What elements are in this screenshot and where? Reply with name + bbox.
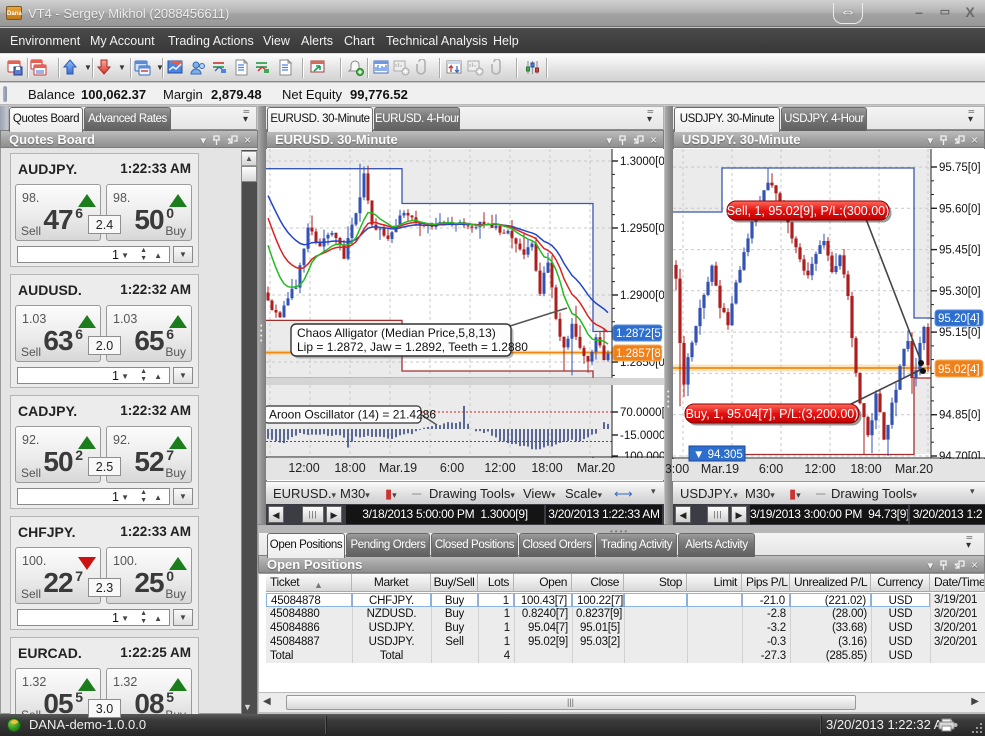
svg-text:1.2857[8]: 1.2857[8]	[616, 348, 664, 360]
svg-text:1.3000[0]: 1.3000[0]	[620, 156, 664, 168]
svg-text:12:00: 12:00	[484, 461, 515, 475]
svg-text:6:00: 6:00	[759, 462, 783, 476]
svg-text:95.15[0]: 95.15[0]	[939, 327, 981, 339]
svg-text:Mar.20: Mar.20	[895, 462, 933, 476]
svg-text:Chaos Alligator (Median Price,: Chaos Alligator (Median Price,5,8,13)	[297, 326, 496, 340]
svg-text:6:00: 6:00	[440, 461, 464, 475]
svg-text:-15.0000[0: -15.0000[0	[620, 430, 664, 442]
svg-text:Sell, 1, 95.02[9], P/L:(300.00: Sell, 1, 95.02[9], P/L:(300.00)	[727, 204, 890, 218]
svg-text:12:00: 12:00	[804, 462, 835, 476]
svg-text:95.02[4]: 95.02[4]	[938, 364, 980, 376]
svg-text:95.60[0]: 95.60[0]	[939, 203, 981, 215]
svg-text:Mar.20: Mar.20	[577, 461, 615, 475]
svg-text:18:00: 18:00	[850, 462, 881, 476]
svg-text:95.75[0]: 95.75[0]	[939, 162, 981, 174]
svg-text:Aroon Oscillator (14) = 21.428: Aroon Oscillator (14) = 21.4286	[269, 408, 436, 422]
svg-text:94.85[0]: 94.85[0]	[939, 410, 981, 422]
svg-text:12:00: 12:00	[288, 461, 319, 475]
svg-text:95.45[0]: 95.45[0]	[939, 245, 981, 257]
svg-text:95.30[0]: 95.30[0]	[939, 286, 981, 298]
svg-text:18:00: 18:00	[531, 461, 562, 475]
svg-text:18:00: 18:00	[334, 461, 365, 475]
svg-text:1.2900[0]: 1.2900[0]	[620, 290, 664, 302]
svg-text:Buy, 1, 95.04[7], P/L:(3,200.0: Buy, 1, 95.04[7], P/L:(3,200.00)	[686, 407, 859, 421]
svg-text:▼ 94.305: ▼ 94.305	[693, 449, 743, 461]
svg-text:70.0000[0: 70.0000[0	[620, 407, 664, 419]
svg-text:1.2872[5]: 1.2872[5]	[616, 328, 664, 340]
svg-text:Mar.19: Mar.19	[379, 461, 417, 475]
svg-text:Lip = 1.2872, Jaw = 1.2892, Te: Lip = 1.2872, Jaw = 1.2892, Teeth = 1.28…	[297, 340, 528, 354]
svg-text:3:00: 3:00	[666, 462, 689, 476]
svg-text:1.2950[0]: 1.2950[0]	[620, 223, 664, 235]
svg-text:95.20[4]: 95.20[4]	[938, 313, 980, 325]
svg-text:Mar.19: Mar.19	[701, 462, 739, 476]
